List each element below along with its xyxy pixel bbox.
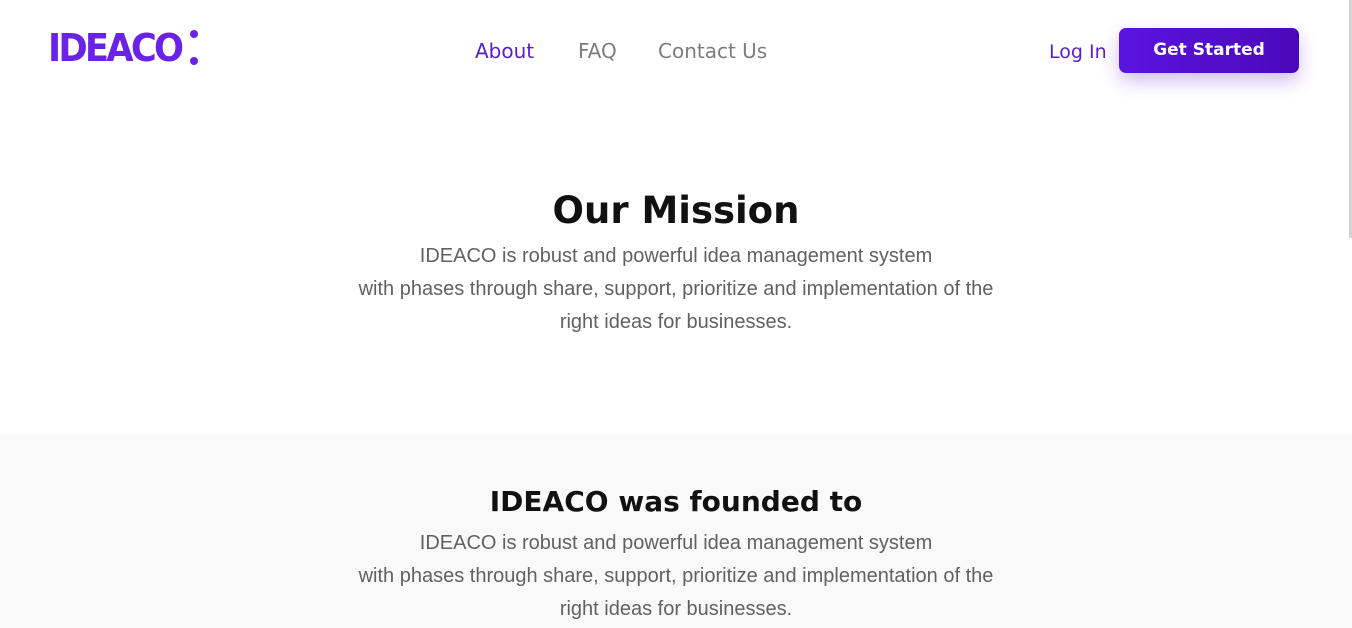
mission-line: right ideas for businesses.: [559, 311, 793, 333]
founded-title: IDEACO was founded to: [489, 485, 863, 518]
mission-line: IDEACO is robust and powerful idea manag…: [419, 245, 933, 267]
log-in-link[interactable]: Log In: [1049, 37, 1107, 67]
get-started-button[interactable]: Get Started: [1119, 28, 1299, 73]
landing-page: IDEACO About FAQ Contact Us Log In Get S…: [0, 0, 1352, 628]
mission-line: with phases through share, support, prio…: [358, 278, 994, 300]
nav-link-faq[interactable]: FAQ: [578, 36, 617, 66]
founded-line: with phases through share, support, prio…: [358, 565, 994, 587]
logo-dots-icon: [190, 30, 200, 66]
founded-line: IDEACO is robust and powerful idea manag…: [419, 532, 933, 554]
mission-title: Our Mission: [552, 189, 800, 232]
founded-description: IDEACO is robust and powerful idea manag…: [0, 527, 1352, 626]
nav-link-contact-us[interactable]: Contact Us: [658, 36, 767, 66]
mission-description: IDEACO is robust and powerful idea manag…: [0, 240, 1352, 339]
nav-link-about[interactable]: About: [475, 36, 534, 66]
founded-section: IDEACO was founded to IDEACO is robust a…: [0, 434, 1352, 628]
ideaco-logo[interactable]: IDEACO: [48, 26, 184, 70]
top-navigation-bar: IDEACO About FAQ Contact Us Log In Get S…: [0, 0, 1352, 104]
mission-section: Our Mission IDEACO is robust and powerfu…: [0, 104, 1352, 434]
founded-line: right ideas for businesses.: [559, 598, 793, 620]
